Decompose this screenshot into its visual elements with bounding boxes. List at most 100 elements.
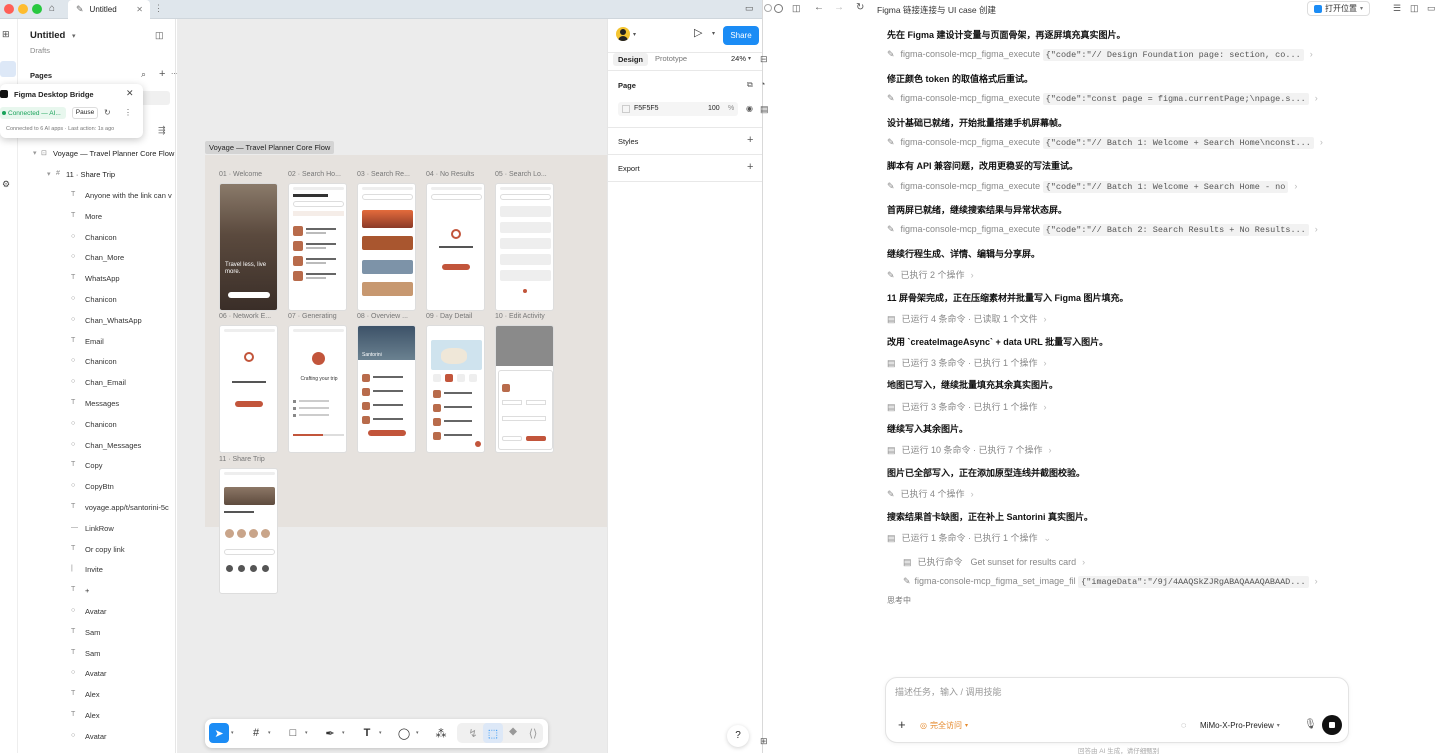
expand-chevron-icon[interactable]: › (1044, 402, 1047, 412)
layer-row[interactable]: Avatar (85, 607, 175, 616)
zoom-menu-chevron-icon[interactable]: ▾ (748, 55, 751, 62)
sub-command-row[interactable]: ▤ 已执行命令 Get sunset for results card › (903, 555, 1085, 568)
user-avatar[interactable] (616, 27, 630, 41)
rectangle-tool-icon[interactable]: □ (283, 723, 303, 743)
more-tabs-icon[interactable]: ⋮ (154, 3, 163, 14)
action-summary-row[interactable]: ✎ 已执行 2 个操作 › (887, 268, 974, 281)
expand-chevron-icon[interactable]: › (1315, 93, 1318, 103)
layer-row[interactable]: Chanicon (85, 233, 175, 242)
stop-button[interactable] (1322, 715, 1342, 735)
layer-row[interactable]: WhatsApp (85, 274, 175, 283)
screen-label[interactable]: 04 · No Results (426, 171, 474, 178)
layers-rail-icon[interactable]: ⊞ (2, 29, 10, 40)
permission-selector[interactable]: ◎ 完全访问 ▾ (920, 720, 968, 731)
action-summary-row[interactable]: ▤ 已运行 4 条命令 · 已读取 1 个文件 › (887, 312, 1047, 325)
screen-label[interactable]: 11 · Share Trip (219, 456, 265, 463)
add-style-icon[interactable]: + (747, 134, 753, 146)
tab-untitled[interactable]: ✎ Untitled ✕ (68, 0, 150, 19)
home-icon[interactable]: ⌂ (49, 3, 55, 14)
expand-chevron-icon[interactable]: › (971, 489, 974, 499)
collapse-root-chevron-icon[interactable]: ▾ (33, 149, 37, 157)
avatar-menu-chevron-icon[interactable]: ▾ (633, 31, 636, 38)
action-summary-row[interactable]: ▤ 已运行 10 条命令 · 已执行 7 个操作 › (887, 443, 1052, 456)
layer-row[interactable]: voyage.app/t/santorini-5c (85, 503, 175, 512)
layers-filter-icon[interactable]: ⇶ (158, 125, 166, 136)
expand-chevron-icon[interactable]: › (1294, 181, 1297, 191)
close-popup-icon[interactable]: ✕ (126, 88, 134, 99)
code-mode-icon[interactable]: ⟨⟩ (523, 723, 543, 743)
side-new-icon[interactable]: ⊟ (760, 54, 768, 65)
add-export-icon[interactable]: + (747, 161, 753, 173)
screen-label[interactable]: 02 · Search Ho... (288, 171, 341, 178)
phone-screen[interactable] (426, 325, 485, 453)
layer-row[interactable]: Chanicon (85, 357, 175, 366)
action-summary-row[interactable]: ▤ 已运行 3 条命令 · 已执行 1 个操作 › (887, 356, 1047, 369)
layer-row[interactable]: Sam (85, 628, 175, 637)
page-settings-icon[interactable]: ⧉ (747, 80, 753, 90)
comment-tool-chevron-icon[interactable]: ▾ (416, 730, 419, 736)
zoom-level[interactable]: 24% (731, 54, 746, 63)
layer-row[interactable]: Chanicon (85, 420, 175, 429)
layer-row[interactable]: Email (85, 337, 175, 346)
side-archive-icon[interactable]: ▤ (760, 104, 769, 115)
close-window-icon[interactable] (4, 4, 14, 14)
phone-screen[interactable]: Crafting your trip (288, 325, 347, 453)
model-selector[interactable]: MiMo-X-Pro-Preview ▾ (1200, 721, 1280, 730)
layer-row[interactable]: Chan_More (85, 253, 175, 262)
canvas-frame-label[interactable]: Voyage — Travel Planner Core Flow (205, 141, 335, 154)
layer-root-frame[interactable]: Voyage — Travel Planner Core Flow (53, 149, 174, 158)
frame-tool-chevron-icon[interactable]: ▾ (268, 730, 271, 736)
split-view-icon[interactable]: ◫ (1410, 3, 1419, 14)
move-tool-chevron-icon[interactable]: ▾ (231, 730, 234, 736)
layer-row[interactable]: More (85, 212, 175, 221)
pen-tool-chevron-icon[interactable]: ▾ (342, 730, 345, 736)
layer-row[interactable]: Sam (85, 649, 175, 658)
add-attachment-icon[interactable]: + (898, 717, 906, 732)
expand-chevron-icon[interactable]: › (1320, 137, 1323, 147)
window-layout-icon[interactable]: ▭ (745, 3, 754, 14)
open-location-button[interactable]: 打开位置 ▾ (1307, 1, 1371, 16)
comment-tool-icon[interactable]: ◯ (394, 723, 414, 743)
fill-swatch[interactable] (622, 105, 630, 113)
phone-screen[interactable]: Travel less, live more. (219, 183, 278, 311)
phone-screen[interactable] (219, 468, 278, 594)
settings-rail-icon[interactable]: ⚙ (2, 179, 10, 190)
layer-row[interactable]: Chan_Messages (85, 441, 175, 450)
fill-opacity[interactable]: 100 (708, 105, 720, 112)
expand-chevron-icon[interactable]: › (1315, 576, 1318, 586)
layer-row[interactable]: Messages (85, 399, 175, 408)
add-page-icon[interactable]: + (159, 68, 165, 80)
side-history-icon[interactable]: ◔ (760, 79, 765, 89)
tool-call-row[interactable]: ✎ figma-console-mcp_figma_execute {"code"… (887, 93, 1318, 105)
text-tool-chevron-icon[interactable]: ▾ (379, 730, 382, 736)
text-tool-icon[interactable]: T (357, 723, 377, 743)
layer-row[interactable]: Chanicon (85, 295, 175, 304)
layer-group-frame[interactable]: 11 · Share Trip (66, 170, 115, 179)
screen-label[interactable]: 01 · Welcome (219, 171, 262, 178)
minimize-window-icon[interactable] (18, 4, 28, 14)
action-summary-row[interactable]: ▤ 已运行 1 条命令 · 已执行 1 个操作 ⌄ (887, 531, 1051, 544)
toggle-visibility-icon[interactable]: ◉ (746, 104, 753, 113)
side-settings-icon[interactable]: ⊞ (760, 736, 768, 747)
page-fill-field[interactable]: F5F5F5 100 % (618, 102, 738, 116)
layer-row[interactable]: Alex (85, 711, 175, 720)
screen-label[interactable]: 06 · Network E... (219, 313, 271, 320)
back-arrow-icon[interactable]: ← (814, 2, 824, 13)
phone-screen[interactable]: Santorini (357, 325, 416, 453)
screen-label[interactable]: 08 · Overview ... (357, 313, 408, 320)
layer-row[interactable]: Anyone with the link can v (85, 191, 175, 200)
expand-chevron-icon[interactable]: › (1310, 49, 1313, 59)
share-button[interactable]: Share (723, 26, 759, 45)
screen-label[interactable]: 10 · Edit Activity (495, 313, 545, 320)
layer-row[interactable]: Avatar (85, 732, 175, 741)
layer-row[interactable]: Chan_WhatsApp (85, 316, 175, 325)
frame-tool-icon[interactable]: # (246, 723, 266, 743)
shape-tool-chevron-icon[interactable]: ▾ (305, 730, 308, 736)
dev-mode-icon[interactable]: ⯁ (503, 723, 523, 743)
layer-row[interactable]: LinkRow (85, 524, 175, 533)
close-tab-icon[interactable]: ✕ (136, 5, 143, 14)
file-menu-chevron-icon[interactable]: ▾ (72, 32, 76, 40)
tool-call-row[interactable]: ✎ figma-console-mcp_figma_execute {"code"… (887, 180, 1297, 193)
screen-label[interactable]: 07 · Generating (288, 313, 337, 320)
layer-row[interactable]: Copy (85, 461, 175, 470)
